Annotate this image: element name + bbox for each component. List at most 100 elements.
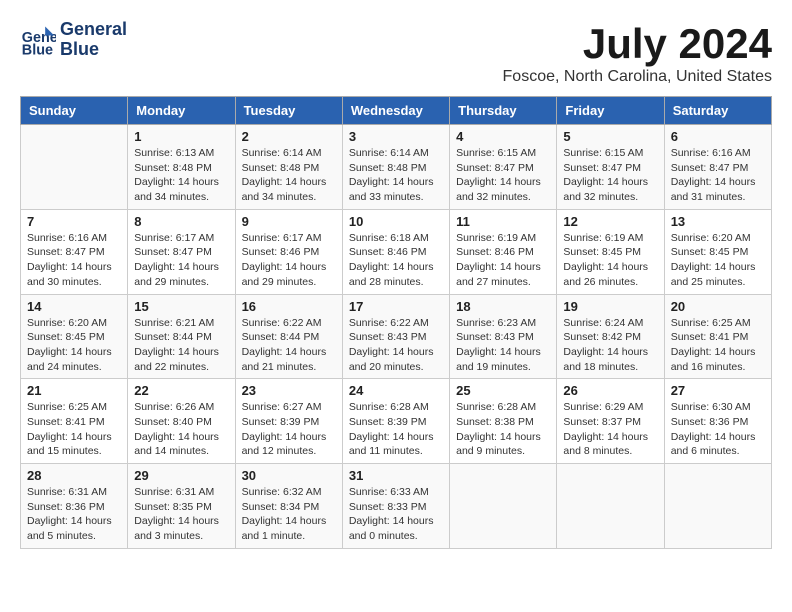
- logo-line1: General: [60, 20, 127, 40]
- day-info: Sunrise: 6:14 AMSunset: 8:48 PMDaylight:…: [242, 146, 336, 205]
- day-number: 23: [242, 383, 336, 398]
- day-number: 19: [563, 299, 657, 314]
- day-info: Sunrise: 6:31 AMSunset: 8:35 PMDaylight:…: [134, 485, 228, 544]
- calendar-cell: 10 Sunrise: 6:18 AMSunset: 8:46 PMDayligh…: [342, 209, 449, 294]
- weekday-header-tuesday: Tuesday: [235, 97, 342, 125]
- day-number: 4: [456, 129, 550, 144]
- day-info: Sunrise: 6:16 AMSunset: 8:47 PMDaylight:…: [27, 231, 121, 290]
- title-block: July 2024 Foscoe, North Carolina, United…: [503, 20, 772, 86]
- day-number: 29: [134, 468, 228, 483]
- weekday-header-wednesday: Wednesday: [342, 97, 449, 125]
- day-number: 15: [134, 299, 228, 314]
- calendar-cell: [664, 464, 771, 549]
- weekday-header-monday: Monday: [128, 97, 235, 125]
- day-number: 24: [349, 383, 443, 398]
- calendar-cell: 3 Sunrise: 6:14 AMSunset: 8:48 PMDaylight…: [342, 125, 449, 210]
- day-number: 20: [671, 299, 765, 314]
- day-info: Sunrise: 6:26 AMSunset: 8:40 PMDaylight:…: [134, 400, 228, 459]
- calendar-cell: 31Sunrise: 6:33 AMSunset: 8:33 PMDayligh…: [342, 464, 449, 549]
- calendar-cell: 1 Sunrise: 6:13 AMSunset: 8:48 PMDaylight…: [128, 125, 235, 210]
- calendar-cell: 19 Sunrise: 6:24 AMSunset: 8:42 PMDayligh…: [557, 294, 664, 379]
- calendar-cell: 16 Sunrise: 6:22 AMSunset: 8:44 PMDayligh…: [235, 294, 342, 379]
- day-number: 28: [27, 468, 121, 483]
- weekday-header-thursday: Thursday: [450, 97, 557, 125]
- calendar-cell: 22Sunrise: 6:26 AMSunset: 8:40 PMDayligh…: [128, 379, 235, 464]
- day-number: 21: [27, 383, 121, 398]
- calendar-cell: 18 Sunrise: 6:23 AMSunset: 8:43 PMDayligh…: [450, 294, 557, 379]
- weekday-header-sunday: Sunday: [21, 97, 128, 125]
- day-info: Sunrise: 6:25 AMSunset: 8:41 PMDaylight:…: [27, 400, 121, 459]
- calendar-cell: 14 Sunrise: 6:20 AMSunset: 8:45 PMDayligh…: [21, 294, 128, 379]
- logo: General Blue General Blue: [20, 20, 127, 60]
- day-info: Sunrise: 6:27 AMSunset: 8:39 PMDaylight:…: [242, 400, 336, 459]
- day-info: Sunrise: 6:17 AMSunset: 8:47 PMDaylight:…: [134, 231, 228, 290]
- calendar-cell: 20 Sunrise: 6:25 AMSunset: 8:41 PMDayligh…: [664, 294, 771, 379]
- calendar-cell: 9Sunrise: 6:17 AMSunset: 8:46 PMDaylight…: [235, 209, 342, 294]
- day-number: 3: [349, 129, 443, 144]
- svg-text:Blue: Blue: [22, 42, 53, 58]
- day-info: Sunrise: 6:20 AMSunset: 8:45 PMDaylight:…: [671, 231, 765, 290]
- calendar-cell: 21 Sunrise: 6:25 AMSunset: 8:41 PMDayligh…: [21, 379, 128, 464]
- day-info: Sunrise: 6:15 AMSunset: 8:47 PMDaylight:…: [456, 146, 550, 205]
- calendar-cell: 2 Sunrise: 6:14 AMSunset: 8:48 PMDaylight…: [235, 125, 342, 210]
- day-number: 2: [242, 129, 336, 144]
- calendar-week-5: 28 Sunrise: 6:31 AMSunset: 8:36 PMDayligh…: [21, 464, 772, 549]
- calendar-cell: 26 Sunrise: 6:29 AMSunset: 8:37 PMDayligh…: [557, 379, 664, 464]
- calendar-week-2: 7 Sunrise: 6:16 AMSunset: 8:47 PMDaylight…: [21, 209, 772, 294]
- calendar-week-1: 1 Sunrise: 6:13 AMSunset: 8:48 PMDaylight…: [21, 125, 772, 210]
- calendar-cell: 11Sunrise: 6:19 AMSunset: 8:46 PMDayligh…: [450, 209, 557, 294]
- day-number: 18: [456, 299, 550, 314]
- day-info: Sunrise: 6:25 AMSunset: 8:41 PMDaylight:…: [671, 316, 765, 375]
- day-number: 1: [134, 129, 228, 144]
- day-number: 13: [671, 214, 765, 229]
- calendar-week-4: 21 Sunrise: 6:25 AMSunset: 8:41 PMDayligh…: [21, 379, 772, 464]
- day-info: Sunrise: 6:13 AMSunset: 8:48 PMDaylight:…: [134, 146, 228, 205]
- calendar-cell: 4 Sunrise: 6:15 AMSunset: 8:47 PMDaylight…: [450, 125, 557, 210]
- location-subtitle: Foscoe, North Carolina, United States: [503, 68, 772, 86]
- day-info: Sunrise: 6:31 AMSunset: 8:36 PMDaylight:…: [27, 485, 121, 544]
- day-info: Sunrise: 6:32 AMSunset: 8:34 PMDaylight:…: [242, 485, 336, 544]
- weekday-header-friday: Friday: [557, 97, 664, 125]
- day-info: Sunrise: 6:20 AMSunset: 8:45 PMDaylight:…: [27, 316, 121, 375]
- day-number: 16: [242, 299, 336, 314]
- day-number: 10: [349, 214, 443, 229]
- day-number: 30: [242, 468, 336, 483]
- day-info: Sunrise: 6:15 AMSunset: 8:47 PMDaylight:…: [563, 146, 657, 205]
- calendar-cell: 6Sunrise: 6:16 AMSunset: 8:47 PMDaylight…: [664, 125, 771, 210]
- day-number: 14: [27, 299, 121, 314]
- month-title: July 2024: [503, 20, 772, 68]
- day-info: Sunrise: 6:18 AMSunset: 8:46 PMDaylight:…: [349, 231, 443, 290]
- logo-icon: General Blue: [20, 22, 56, 58]
- day-number: 25: [456, 383, 550, 398]
- calendar-cell: [21, 125, 128, 210]
- day-number: 8: [134, 214, 228, 229]
- day-info: Sunrise: 6:19 AMSunset: 8:45 PMDaylight:…: [563, 231, 657, 290]
- logo-line2: Blue: [60, 40, 127, 60]
- calendar-cell: 8 Sunrise: 6:17 AMSunset: 8:47 PMDaylight…: [128, 209, 235, 294]
- day-number: 17: [349, 299, 443, 314]
- day-number: 26: [563, 383, 657, 398]
- calendar-cell: 29 Sunrise: 6:31 AMSunset: 8:35 PMDayligh…: [128, 464, 235, 549]
- calendar-cell: [557, 464, 664, 549]
- day-number: 7: [27, 214, 121, 229]
- calendar-cell: 7 Sunrise: 6:16 AMSunset: 8:47 PMDaylight…: [21, 209, 128, 294]
- day-info: Sunrise: 6:22 AMSunset: 8:44 PMDaylight:…: [242, 316, 336, 375]
- calendar-cell: 23 Sunrise: 6:27 AMSunset: 8:39 PMDayligh…: [235, 379, 342, 464]
- calendar-cell: 27Sunrise: 6:30 AMSunset: 8:36 PMDayligh…: [664, 379, 771, 464]
- day-info: Sunrise: 6:23 AMSunset: 8:43 PMDaylight:…: [456, 316, 550, 375]
- calendar-cell: 15Sunrise: 6:21 AMSunset: 8:44 PMDayligh…: [128, 294, 235, 379]
- weekday-header-saturday: Saturday: [664, 97, 771, 125]
- day-info: Sunrise: 6:14 AMSunset: 8:48 PMDaylight:…: [349, 146, 443, 205]
- day-number: 11: [456, 214, 550, 229]
- calendar-cell: 12 Sunrise: 6:19 AMSunset: 8:45 PMDayligh…: [557, 209, 664, 294]
- day-info: Sunrise: 6:29 AMSunset: 8:37 PMDaylight:…: [563, 400, 657, 459]
- calendar-cell: 24Sunrise: 6:28 AMSunset: 8:39 PMDayligh…: [342, 379, 449, 464]
- day-info: Sunrise: 6:28 AMSunset: 8:38 PMDaylight:…: [456, 400, 550, 459]
- day-info: Sunrise: 6:30 AMSunset: 8:36 PMDaylight:…: [671, 400, 765, 459]
- day-info: Sunrise: 6:24 AMSunset: 8:42 PMDaylight:…: [563, 316, 657, 375]
- calendar-cell: [450, 464, 557, 549]
- day-info: Sunrise: 6:17 AMSunset: 8:46 PMDaylight:…: [242, 231, 336, 290]
- day-number: 12: [563, 214, 657, 229]
- day-info: Sunrise: 6:22 AMSunset: 8:43 PMDaylight:…: [349, 316, 443, 375]
- calendar-cell: 17 Sunrise: 6:22 AMSunset: 8:43 PMDayligh…: [342, 294, 449, 379]
